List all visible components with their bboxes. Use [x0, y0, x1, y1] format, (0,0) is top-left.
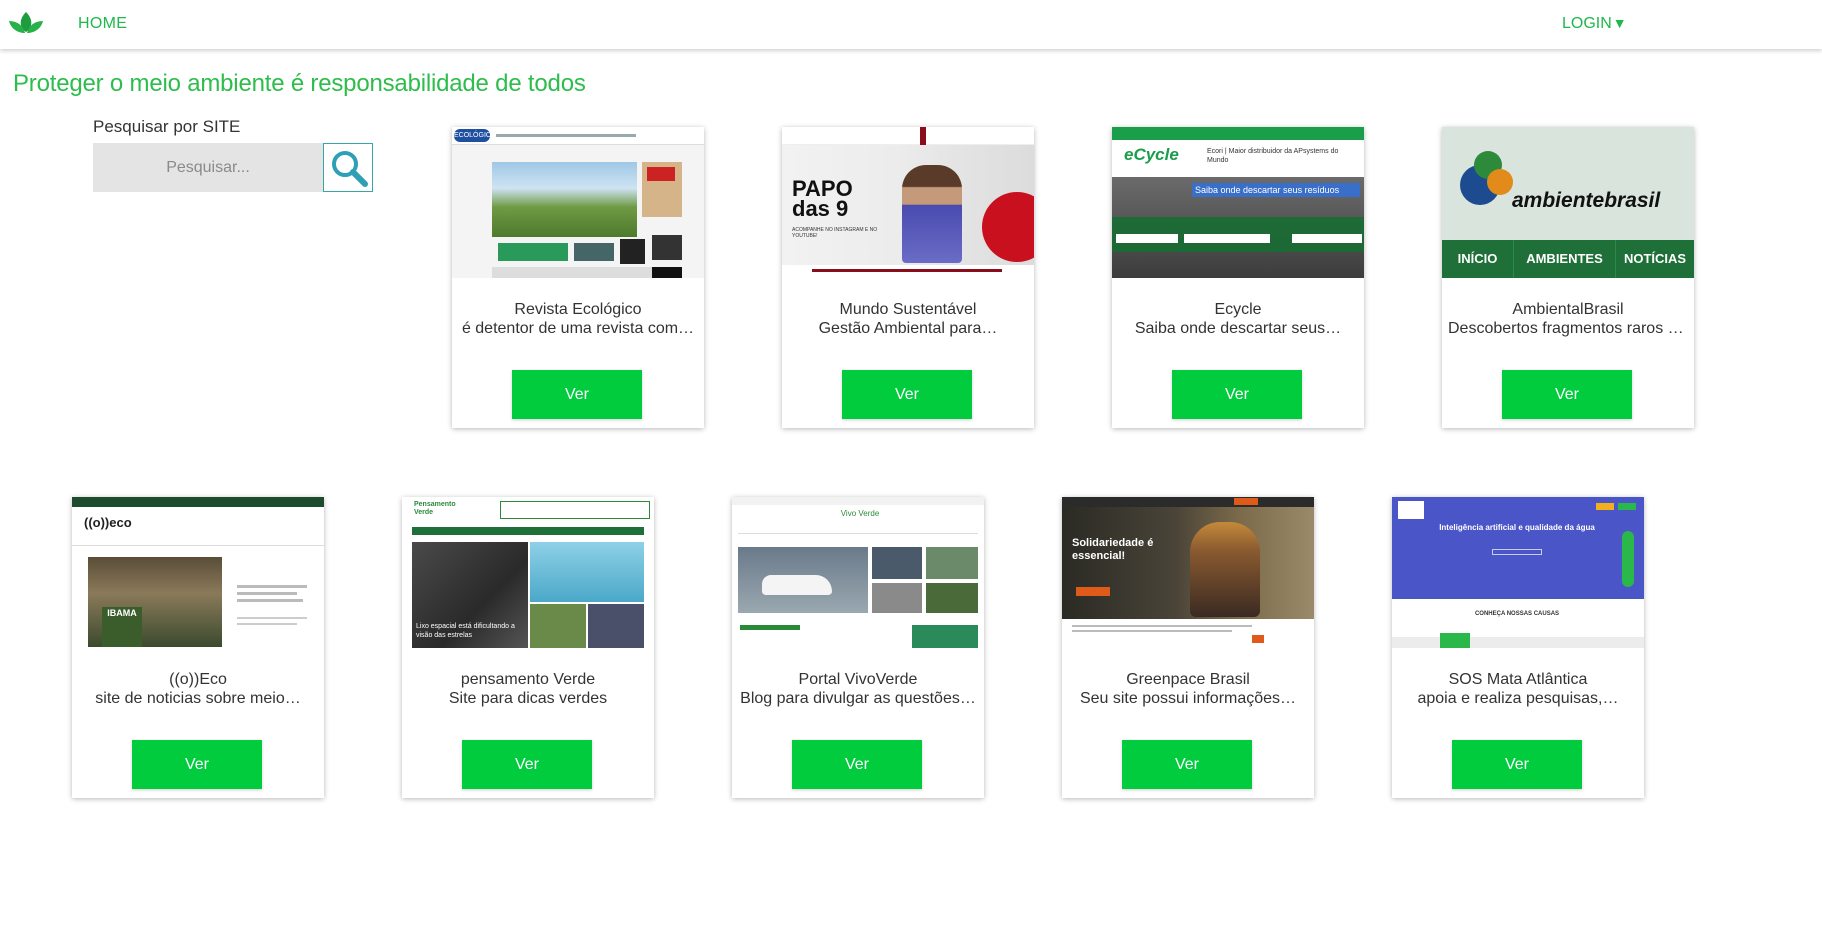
nav-home-link[interactable]: HOME	[78, 15, 127, 33]
thumb-logo: eCycle	[1124, 145, 1179, 164]
site-card: Solidariedade é essencial! Greenpace Bra…	[1062, 497, 1314, 798]
site-thumbnail: Vivo Verde	[732, 497, 984, 648]
thumb-menu-item: NOTÍCIAS	[1623, 251, 1687, 266]
thumb-badge: IBAMA	[102, 607, 142, 647]
page-title: Proteger o meio ambiente é responsabilid…	[13, 70, 586, 97]
card-title: AmbientalBrasil	[1512, 301, 1624, 318]
card-description: Saiba onde descartar seus…	[1134, 320, 1342, 337]
thumb-menu-item: AMBIENTES	[1514, 240, 1616, 278]
login-label: LOGIN	[1562, 15, 1612, 32]
search-button[interactable]	[323, 143, 373, 192]
ver-button[interactable]: Ver	[132, 740, 262, 789]
thumb-tagline: Ecori | Maior distribuidor da APsystems …	[1207, 148, 1339, 164]
thumb-headline: Inteligência artificial e qualidade da á…	[1439, 523, 1595, 532]
site-thumbnail: PAPO das 9 ACOMPANHE NO INSTAGRAM E NO Y…	[782, 127, 1034, 278]
card-title: SOS Mata Atlântica	[1448, 671, 1588, 688]
site-card: Inteligência artificial e qualidade da á…	[1392, 497, 1644, 798]
search-icon	[332, 151, 368, 187]
ver-button[interactable]: Ver	[792, 740, 922, 789]
site-card: Pensamento Verde Lixo espacial está difi…	[402, 497, 654, 798]
thumb-subhead: CONHEÇA NOSSAS CAUSAS	[1474, 611, 1560, 617]
site-card: ambientebrasil INÍCIO AMBIENTES NOTÍCIAS…	[1442, 127, 1694, 428]
ver-button[interactable]: Ver	[462, 740, 592, 789]
leaf-logo-icon[interactable]	[8, 10, 44, 36]
site-card: PAPO das 9 ACOMPANHE NO INSTAGRAM E NO Y…	[782, 127, 1034, 428]
site-thumbnail: Pensamento Verde Lixo espacial está difi…	[402, 497, 654, 648]
card-description: Blog para divulgar as questões…	[740, 690, 976, 707]
thumb-headline: PAPO das 9	[792, 176, 853, 221]
site-card: Vivo Verde Portal VivoVerde Blog para di…	[732, 497, 984, 798]
ver-button[interactable]: Ver	[1502, 370, 1632, 419]
card-description: Site para dicas verdes	[448, 690, 608, 707]
site-thumbnail: Solidariedade é essencial!	[1062, 497, 1314, 648]
thumb-caption: ACOMPANHE NO INSTAGRAM E NO YOUTUBE!	[792, 227, 878, 239]
site-card: ECOLÓGICO Revista Ecológico é detentor d…	[452, 127, 704, 428]
nav-login-dropdown[interactable]: LOGIN▼	[1562, 15, 1627, 33]
thumb-menu-item: INÍCIO	[1442, 240, 1514, 278]
ver-button[interactable]: Ver	[842, 370, 972, 419]
search-label: Pesquisar por SITE	[93, 117, 241, 136]
card-title: pensamento Verde	[460, 671, 596, 688]
card-title: Portal VivoVerde	[798, 671, 918, 688]
card-description: Descobertos fragmentos raros d…	[1448, 320, 1688, 337]
ver-button[interactable]: Ver	[1452, 740, 1582, 789]
card-description: Seu site possui informações…	[1079, 690, 1297, 707]
card-description: site de noticias sobre meio…	[95, 690, 301, 707]
search-input[interactable]	[93, 143, 323, 192]
site-thumbnail: ambientebrasil INÍCIO AMBIENTES NOTÍCIAS	[1442, 127, 1694, 278]
ver-button[interactable]: Ver	[512, 370, 642, 419]
site-card: ((o))eco IBAMA ((o))Eco site de noticias…	[72, 497, 324, 798]
card-title: Mundo Sustentável	[839, 301, 977, 318]
thumb-banner: Saiba onde descartar seus resíduos	[1192, 183, 1360, 197]
card-description: é detentor de uma revista com…	[461, 320, 695, 337]
thumb-logo: Pensamento Verde	[414, 501, 456, 516]
thumb-logo: Vivo Verde	[840, 509, 880, 518]
card-title: ((o))Eco	[169, 671, 227, 688]
card-title: Ecycle	[1214, 301, 1262, 318]
site-thumbnail: ECOLÓGICO	[452, 127, 704, 278]
thumb-caption: Lixo espacial está dificultando a visão …	[416, 623, 515, 639]
card-title: Greenpace Brasil	[1126, 671, 1250, 688]
site-card: eCycle Ecori | Maior distribuidor da APs…	[1112, 127, 1364, 428]
thumb-logo: ECOLÓGICO	[454, 129, 496, 142]
thumb-logo: ambientebrasil	[1512, 189, 1661, 212]
thumb-headline: Solidariedade é essencial!	[1072, 537, 1154, 562]
card-description: apoia e realiza pesquisas,…	[1417, 690, 1619, 707]
site-thumbnail: ((o))eco IBAMA	[72, 497, 324, 648]
caret-down-icon: ▼	[1612, 15, 1627, 31]
card-title: Revista Ecológico	[514, 301, 642, 318]
site-thumbnail: eCycle Ecori | Maior distribuidor da APs…	[1112, 127, 1364, 278]
ver-button[interactable]: Ver	[1172, 370, 1302, 419]
top-navbar: HOME LOGIN▼	[0, 0, 1822, 49]
card-description: Gestão Ambiental para…	[818, 320, 998, 337]
site-thumbnail: Inteligência artificial e qualidade da á…	[1392, 497, 1644, 648]
ver-button[interactable]: Ver	[1122, 740, 1252, 789]
thumb-logo: ((o))eco	[84, 515, 132, 530]
